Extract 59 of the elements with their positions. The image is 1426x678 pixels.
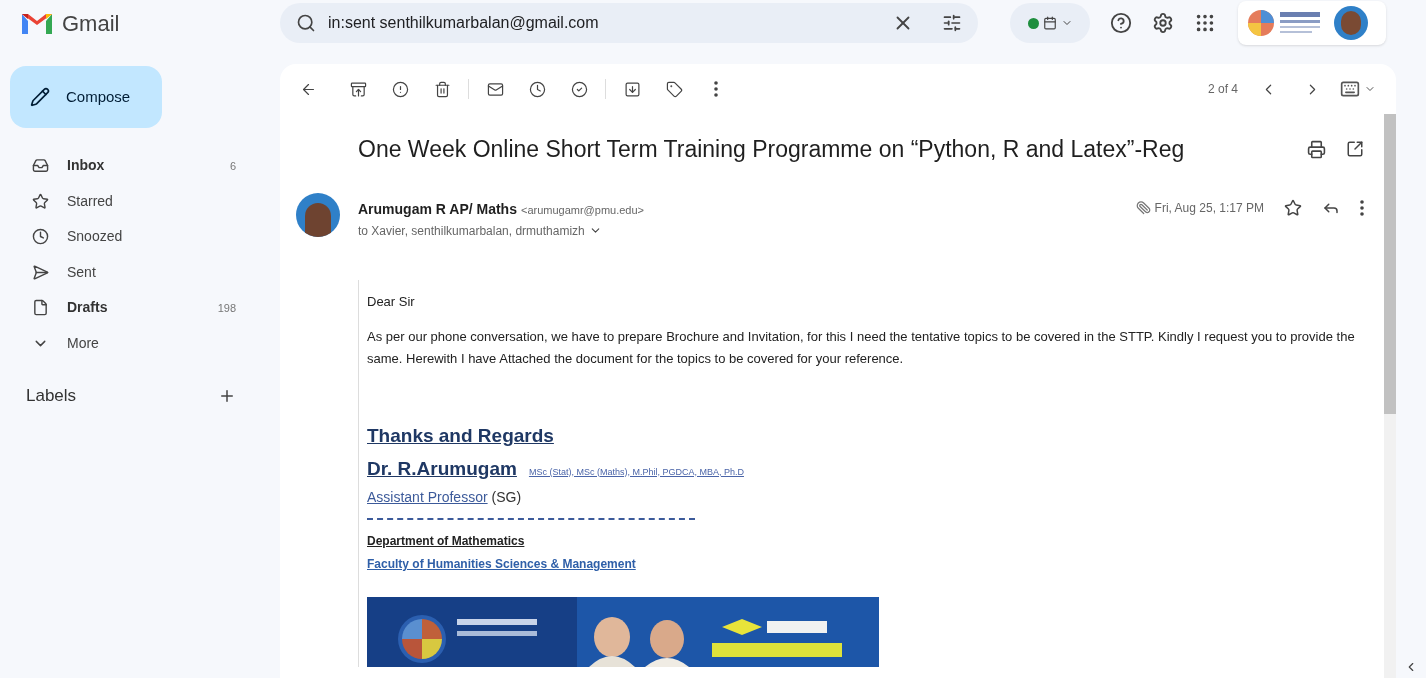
job-title-link[interactable]: Assistant Professor — [367, 487, 488, 508]
status-chip[interactable] — [1010, 3, 1090, 43]
help-icon[interactable] — [1110, 12, 1132, 34]
pencil-icon — [30, 87, 50, 107]
mark-unread-icon — [486, 80, 504, 98]
item-count: 6 — [229, 158, 236, 174]
sidebar-item[interactable]: Drafts 198 — [0, 290, 264, 326]
pager-text: 2 of 4 — [1207, 81, 1238, 98]
app-name: Gmail — [62, 9, 120, 38]
keyboard-icon — [1340, 79, 1360, 99]
message-date: Fri, Aug 25, 1:17 PM — [1154, 199, 1264, 217]
archive-icon — [349, 80, 367, 98]
new-window-icon[interactable] — [1346, 139, 1364, 158]
calendar-icon — [1042, 16, 1057, 30]
delete-icon — [433, 80, 451, 98]
email-subject: One Week Online Short Term Training Programme on “Python, R and Latex”-Reg — [358, 135, 1186, 164]
settings-icon[interactable] — [1152, 12, 1174, 34]
sidebar-item[interactable]: Inbox 6 — [0, 148, 264, 184]
sidebar-item[interactable]: Snoozed — [0, 219, 264, 255]
account-chip[interactable] — [1238, 1, 1386, 45]
compose-button[interactable]: Compose — [10, 66, 162, 128]
snooze-icon — [528, 80, 546, 98]
search-field[interactable]: in:sent senthilkumarbalan@gmail.com — [280, 3, 978, 43]
move-to-icon — [623, 80, 641, 98]
sender-email: <arumugamr@pmu.edu> — [520, 202, 644, 218]
filter-icon[interactable] — [942, 13, 962, 33]
sender-name: Arumugam R AP/ Maths — [358, 199, 517, 219]
file-icon — [32, 299, 49, 317]
more-icon — [714, 81, 718, 97]
star-icon — [32, 192, 49, 210]
sidebar-item[interactable]: More — [0, 325, 264, 361]
account-avatar[interactable] — [1334, 6, 1368, 40]
sidebar-item[interactable]: Sent — [0, 254, 264, 290]
apps-grid-icon[interactable] — [1194, 12, 1216, 34]
search-icon — [296, 13, 316, 33]
print-icon[interactable] — [1307, 139, 1326, 159]
star-icon[interactable] — [1284, 198, 1302, 217]
department-text: Department of Mathematics — [367, 533, 526, 550]
job-title-suffix: (SG) — [491, 488, 522, 507]
recipients-text: to Xavier, senthilkumarbalan, drmuthamizh — [358, 222, 585, 240]
sidebar-item[interactable]: Starred — [0, 183, 264, 219]
degrees-link[interactable]: MSc (Stat), MSc (Maths), M.Phil, PGDCA, MBA, Ph.D — [528, 465, 744, 479]
send-icon — [32, 263, 49, 281]
report-spam-icon — [391, 80, 409, 98]
greeting-text: Dear Sir — [367, 292, 416, 311]
scrollbar[interactable] — [1384, 114, 1396, 678]
faculty-link[interactable]: Faculty of Humanities Sciences & Management — [367, 555, 636, 573]
closing-text: Thanks and Regards — [367, 424, 555, 448]
sender-avatar — [296, 192, 340, 237]
add-task-icon — [570, 80, 588, 98]
input-tools-button[interactable] — [1340, 79, 1376, 99]
label-icon — [665, 80, 683, 98]
clock-icon — [32, 228, 49, 246]
inbox-icon — [32, 157, 49, 175]
item-count: 198 — [217, 300, 236, 316]
body-paragraph: As per our phone conversation, we have to prepare Brochure and Invitation, for this I need the tentative topics to be covered in the STTP. Kindly I request you to provide the same. Herewith I have Attached the document for the topics to be covered for your reference. — [367, 328, 1356, 368]
signature-name: Dr. R.Arumugam — [367, 456, 517, 481]
more-icon[interactable] — [1360, 199, 1364, 216]
labels-heading: Labels — [26, 385, 77, 407]
